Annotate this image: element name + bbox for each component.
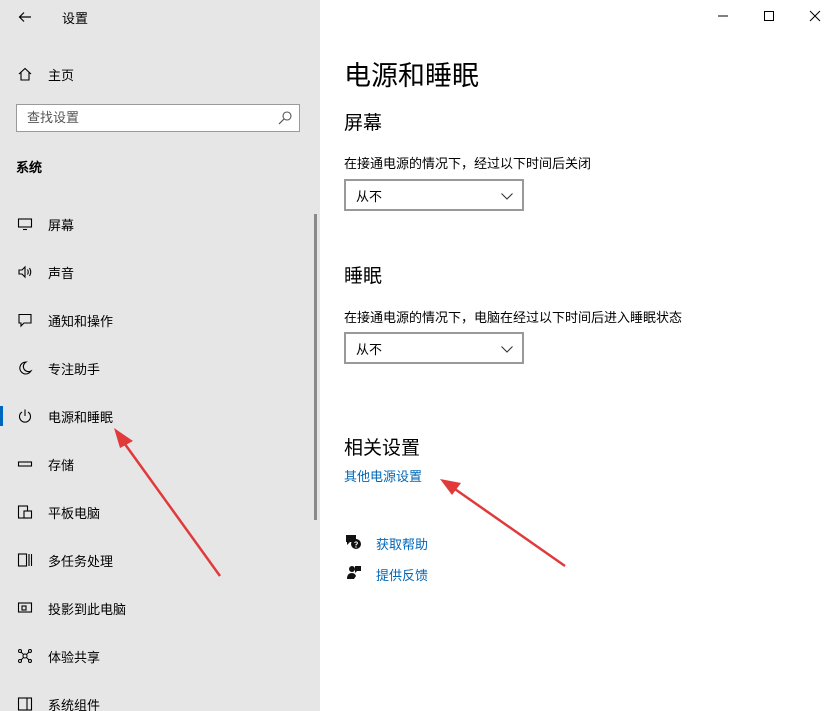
- annotation-arrow-sidebar: [114, 428, 222, 577]
- annotation-arrows: [114, 428, 566, 577]
- annotation-arrow-link: [440, 479, 566, 568]
